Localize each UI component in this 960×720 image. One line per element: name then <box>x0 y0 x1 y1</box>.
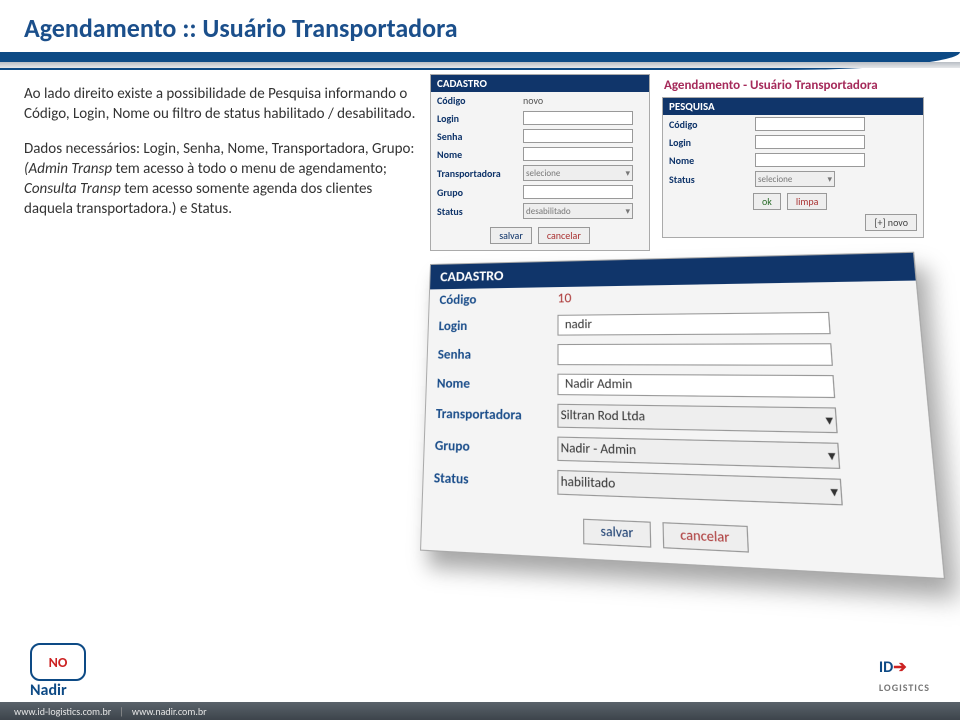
cadastro-panel-large: CADASTRO Código10 Loginnadir Senha NomeN… <box>420 252 945 580</box>
paragraph-1: Ao lado direito existe a possibilidade d… <box>24 84 424 125</box>
nadir-logo: NO Nadir <box>30 643 86 700</box>
codigo-input[interactable] <box>755 117 865 131</box>
nome-input[interactable] <box>523 147 633 161</box>
login-input[interactable] <box>523 111 633 125</box>
footer: NO Nadir ID➔ LOGISTICS www.id-logistics.… <box>0 656 960 720</box>
nome-input[interactable]: Nadir Admin <box>557 374 835 398</box>
em-consulta: Consulta Transp <box>24 180 121 198</box>
footer-url-1: www.id-logistics.com.br <box>14 705 111 718</box>
description-column: Ao lado direito existe a possibilidade d… <box>24 84 424 220</box>
pesquisa-header: PESQUISA <box>663 98 923 115</box>
label-grupo: Grupo <box>437 186 517 199</box>
pesquisa-panel: Agendamento - Usuário Transportadora PES… <box>662 74 924 238</box>
label-login: Login <box>437 112 517 125</box>
senha-input[interactable] <box>557 343 833 366</box>
grupo-input[interactable] <box>523 185 633 199</box>
chevron-down-icon: ▾ <box>827 174 832 185</box>
transp-placeholder: selecione <box>526 168 560 179</box>
status-select[interactable]: habilitado ▾ <box>557 470 843 506</box>
chevron-down-icon: ▾ <box>825 411 834 429</box>
label-senha: Senha <box>437 130 517 143</box>
status-select[interactable]: desabilitado ▾ <box>523 203 633 219</box>
novo-button[interactable]: [+] novo <box>865 214 917 231</box>
transportadora-select[interactable]: selecione ▾ <box>523 165 633 181</box>
id-logistics-logo: ID➔ LOGISTICS <box>879 657 930 696</box>
arrow-icon: ➔ <box>893 658 906 677</box>
chevron-down-icon: ▾ <box>827 447 836 465</box>
nome-input[interactable] <box>755 153 865 167</box>
label-login: Login <box>669 136 749 149</box>
label-nome: Nome <box>669 154 749 167</box>
cancelar-button[interactable]: cancelar <box>662 522 748 552</box>
pesquisa-breadcrumb: Agendamento - Usuário Transportadora <box>662 74 924 97</box>
id-text: ID <box>879 658 893 677</box>
transp-value: Siltran Rod Ltda <box>561 408 646 425</box>
logistics-text: LOGISTICS <box>879 681 930 694</box>
label-transportadora: Transportadora <box>436 406 551 424</box>
status-value: desabilitado <box>526 206 571 217</box>
transportadora-select[interactable]: Siltran Rod Ltda ▾ <box>557 404 837 433</box>
label-status: Status <box>434 470 551 491</box>
footer-url-2: www.nadir.com.br <box>132 705 207 718</box>
status-value: habilitado <box>561 474 616 492</box>
label-login: Login <box>438 317 551 333</box>
cadastro-panel-small: CADASTRO Código novo Login Senha Nome Tra… <box>430 74 650 251</box>
login-input[interactable]: nadir <box>557 312 830 336</box>
paragraph-2: Dados necessários: Login, Senha, Nome, T… <box>24 139 424 220</box>
label-status: Status <box>669 173 749 186</box>
codigo-value: novo <box>523 94 543 107</box>
page-title: Agendamento :: Usuário Transportadora <box>24 12 936 44</box>
chevron-down-icon: ▾ <box>625 168 630 179</box>
nadir-text: Nadir <box>30 681 86 700</box>
salvar-button[interactable]: salvar <box>584 519 652 548</box>
para2-tail: e Status. <box>176 200 232 218</box>
label-grupo: Grupo <box>435 438 551 457</box>
senha-input[interactable] <box>523 129 633 143</box>
label-nome: Nome <box>437 376 551 393</box>
chevron-down-icon: ▾ <box>625 206 630 217</box>
login-input[interactable] <box>755 135 865 149</box>
para2-mid1: tem acesso à todo o menu de agendamento; <box>112 160 387 178</box>
label-transportadora: Transportadora <box>437 167 517 180</box>
label-codigo: Código <box>439 291 551 308</box>
footer-divider: | <box>119 705 124 718</box>
em-admin: (Admin Transp <box>24 160 112 178</box>
chevron-down-icon: ▾ <box>830 483 839 501</box>
para2-lead: Dados necessários: Login, Senha, Nome, T… <box>24 140 414 158</box>
limpa-button[interactable]: limpa <box>787 193 828 210</box>
ok-button[interactable]: ok <box>753 193 781 210</box>
cadastro-header: CADASTRO <box>431 75 649 92</box>
label-senha: Senha <box>438 347 552 363</box>
cancelar-button[interactable]: cancelar <box>538 227 590 244</box>
label-codigo: Código <box>669 118 749 131</box>
label-codigo: Código <box>437 94 517 107</box>
label-status: Status <box>437 205 517 218</box>
codigo-value: 10 <box>557 291 571 307</box>
status-placeholder: selecione <box>758 174 792 185</box>
label-nome: Nome <box>437 148 517 161</box>
salvar-button[interactable]: salvar <box>490 227 532 244</box>
status-select[interactable]: selecione ▾ <box>755 171 835 187</box>
grupo-value: Nadir - Admin <box>561 441 637 459</box>
header-curve <box>0 52 960 70</box>
grupo-select[interactable]: Nadir - Admin ▾ <box>557 437 840 469</box>
logo-icon: NO <box>30 643 86 681</box>
